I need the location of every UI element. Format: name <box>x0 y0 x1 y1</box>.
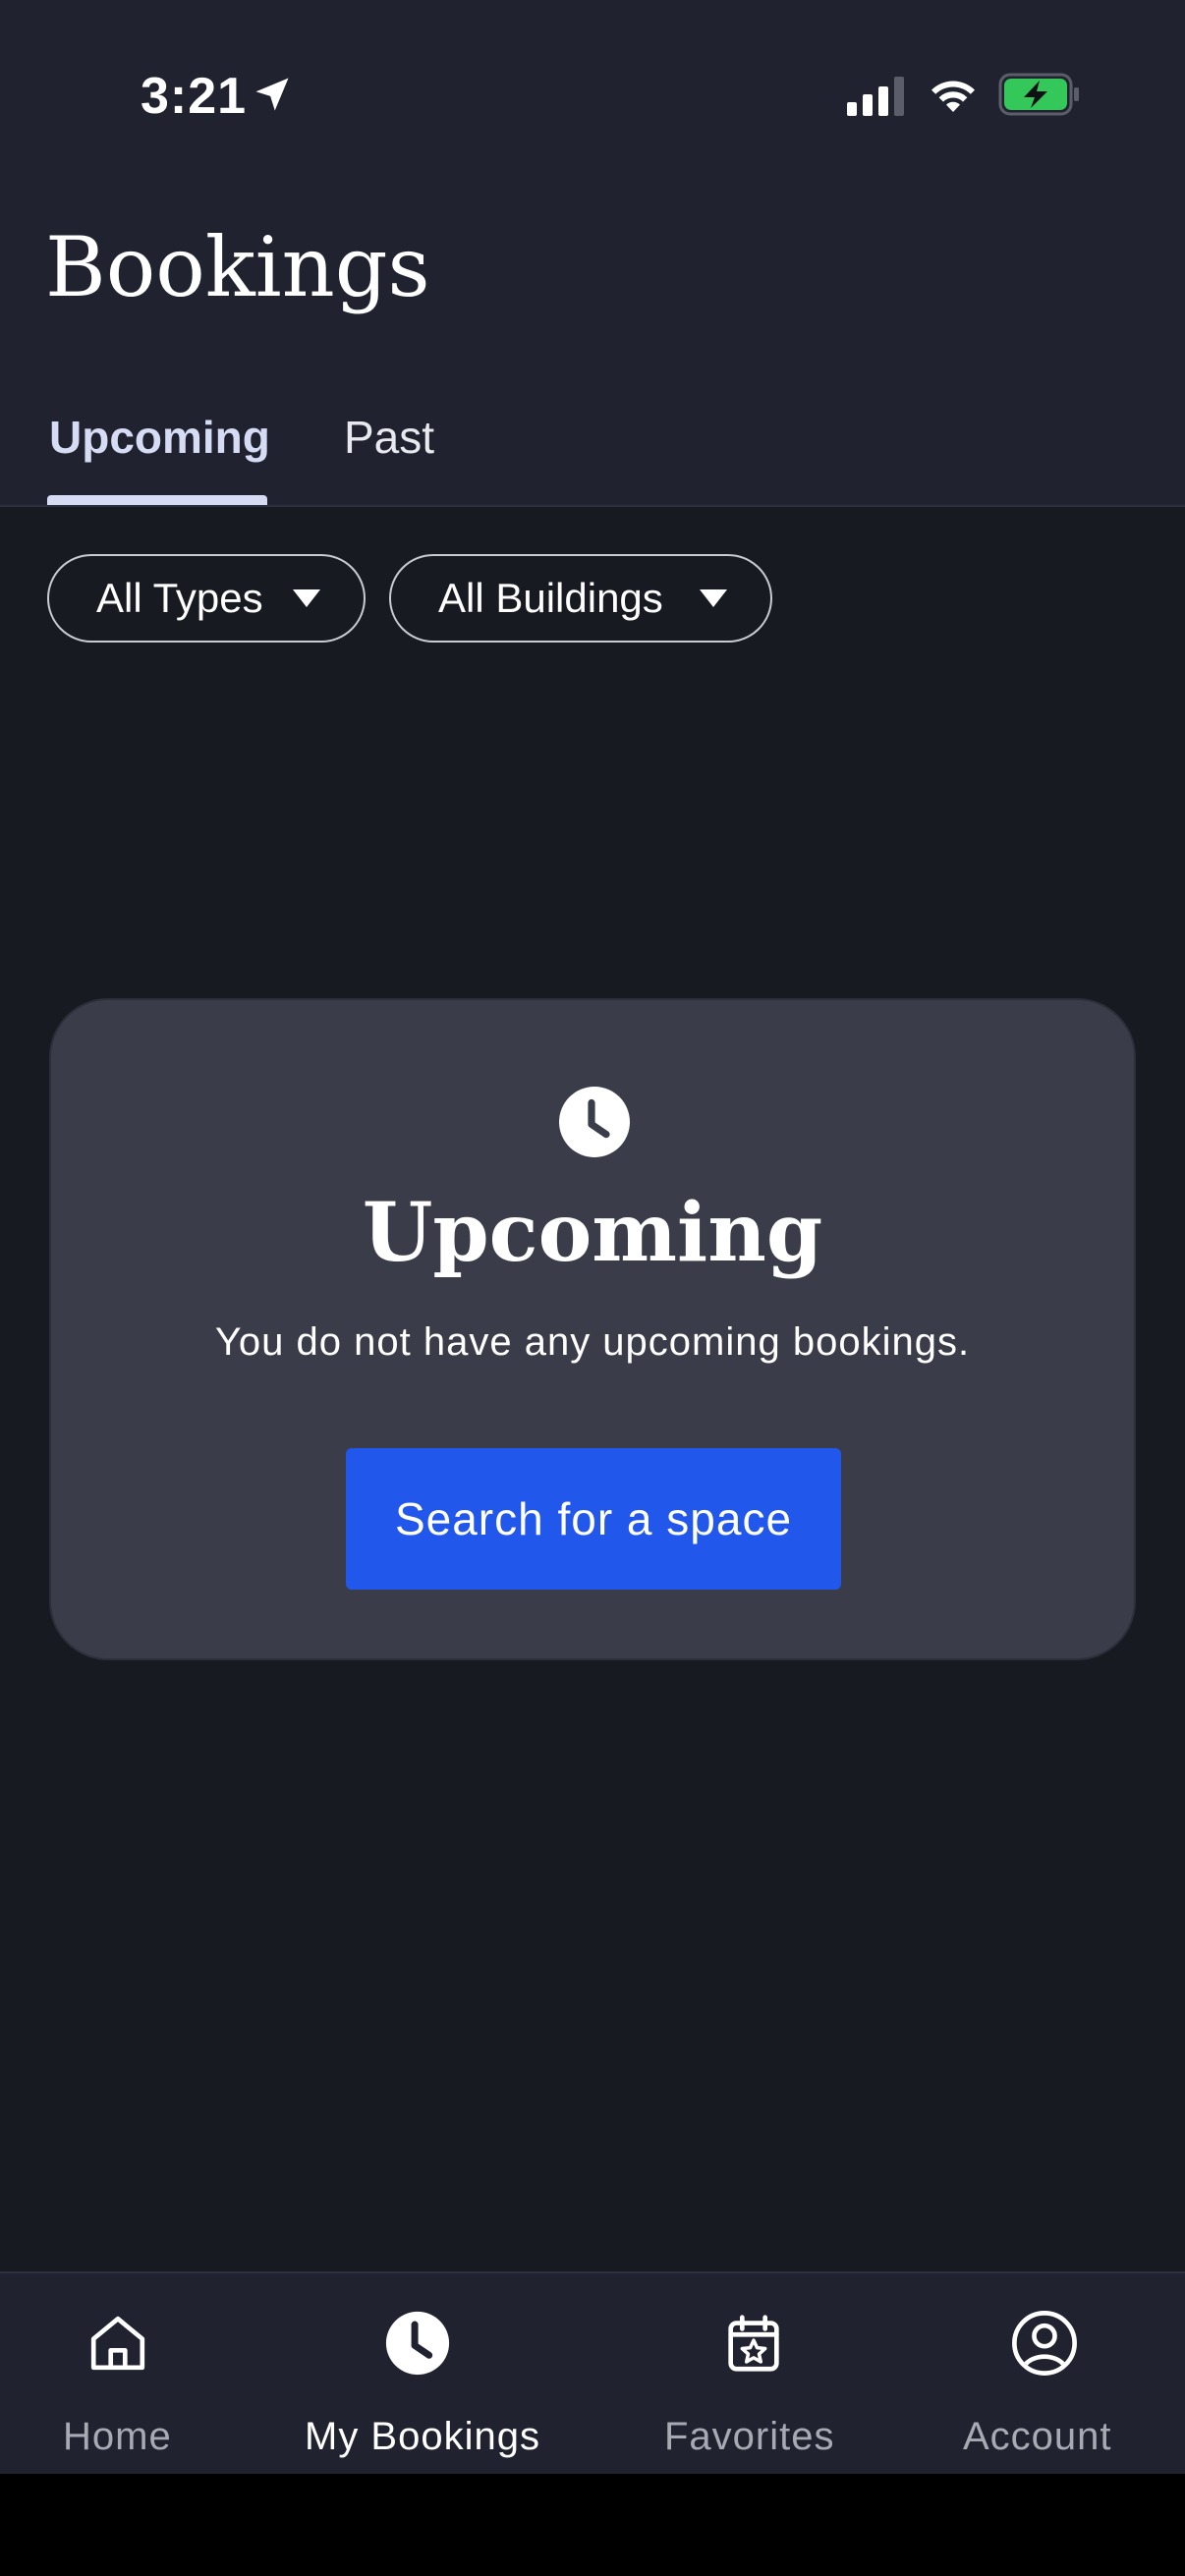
filter-label: All Buildings <box>438 575 663 621</box>
empty-state-message: You do not have any upcoming bookings. <box>214 1320 971 1364</box>
empty-state-title: Upcoming <box>362 1186 823 1280</box>
nav-label: My Bookings <box>305 2415 540 2458</box>
filter-all-types-dropdown[interactable]: All Types <box>47 554 366 643</box>
home-icon <box>90 2316 145 2371</box>
calendar-star-icon <box>728 2315 779 2372</box>
search-for-space-button[interactable]: Search for a space <box>346 1448 841 1590</box>
header: 3:21 Bookings Upcoming Past <box>0 0 1185 507</box>
active-tab-indicator <box>47 495 267 505</box>
nav-label: Favorites <box>664 2415 835 2458</box>
tab-upcoming[interactable]: Upcoming <box>49 411 270 464</box>
caret-down-icon <box>700 589 727 607</box>
bottom-navigation: Home My Bookings Favorites Account <box>0 2271 1185 2476</box>
status-time: 3:21 <box>141 68 248 125</box>
clock-icon <box>559 1087 630 1157</box>
filter-label: All Types <box>96 575 263 621</box>
nav-label: Account <box>963 2415 1112 2458</box>
tab-past[interactable]: Past <box>344 411 434 464</box>
user-circle-icon <box>1012 2311 1077 2376</box>
bookings-screen: 3:21 Bookings Upcoming Past All Types Al… <box>0 0 1185 2576</box>
nav-home[interactable]: Home <box>0 2273 236 2476</box>
nav-account[interactable]: Account <box>943 2273 1179 2476</box>
nav-my-bookings[interactable]: My Bookings <box>285 2273 560 2476</box>
status-bar: 3:21 <box>0 0 1185 196</box>
caret-down-icon <box>293 589 320 607</box>
nav-favorites[interactable]: Favorites <box>639 2273 875 2476</box>
empty-state-card: Upcoming You do not have any upcoming bo… <box>49 998 1136 1660</box>
filter-all-buildings-dropdown[interactable]: All Buildings <box>389 554 772 643</box>
signal-icon <box>847 77 904 116</box>
location-arrow-icon <box>255 78 289 111</box>
home-indicator-area <box>0 2474 1185 2576</box>
nav-label: Home <box>63 2415 172 2458</box>
wifi-icon <box>931 81 975 112</box>
page-title: Bookings <box>45 219 430 315</box>
tab-bar: Upcoming Past <box>0 393 1185 505</box>
clock-icon <box>385 2311 450 2376</box>
battery-charging-icon <box>998 73 1079 116</box>
